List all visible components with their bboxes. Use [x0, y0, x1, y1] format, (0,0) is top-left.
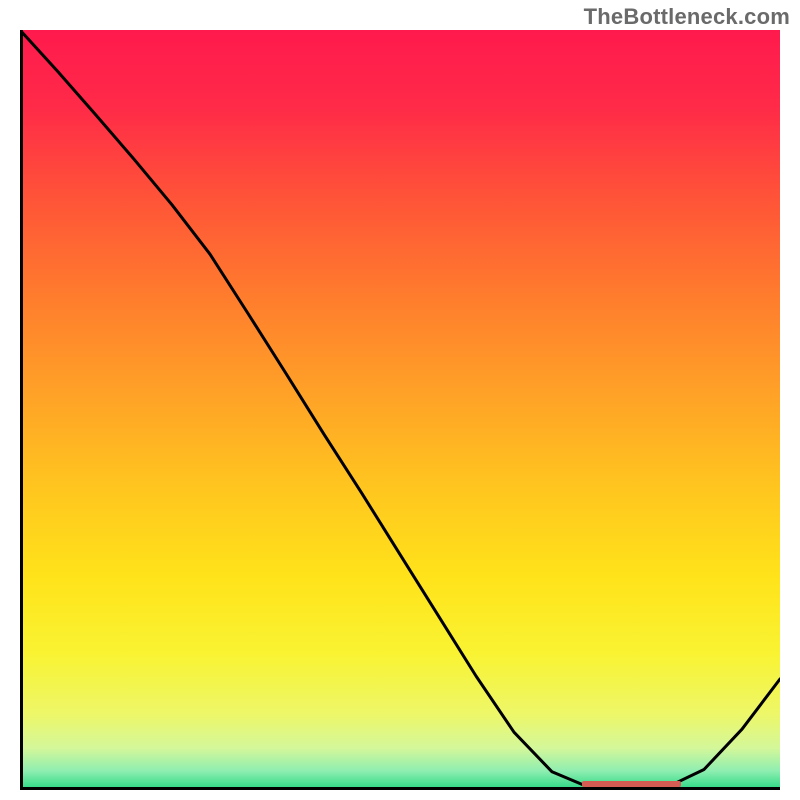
chart-background: [20, 30, 780, 790]
x-axis: [20, 787, 780, 790]
optimal-range-marker: [582, 781, 681, 787]
chart-container: [20, 30, 780, 790]
chart-svg: [20, 30, 780, 790]
watermark-text: TheBottleneck.com: [584, 4, 790, 30]
y-axis: [20, 30, 23, 790]
